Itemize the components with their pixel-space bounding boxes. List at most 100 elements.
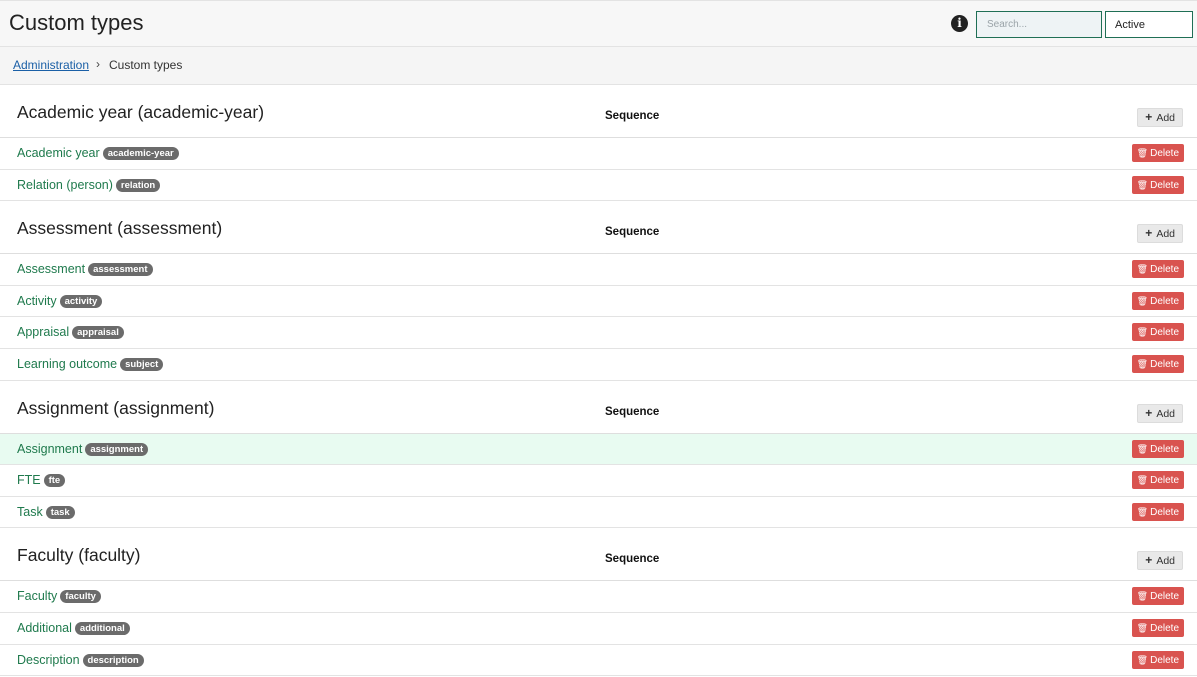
section-header: Academic year (academic-year) Sequence + Ad…: [0, 85, 1197, 138]
trash-icon: 🗑︎: [1136, 622, 1149, 633]
type-link[interactable]: Assessment assessment: [17, 262, 153, 277]
type-link[interactable]: Learning outcome subject: [17, 356, 164, 372]
type-name: Task: [17, 504, 43, 519]
type-key-badge: relation: [115, 178, 161, 192]
type-key-badge: activity: [59, 294, 103, 308]
breadcrumb-current: Custom types: [109, 58, 183, 72]
delete-button-label: Delete: [1150, 179, 1179, 191]
trash-icon: 🗑︎: [1136, 591, 1149, 602]
section-header: Assignment (assignment) Sequence + Add: [0, 381, 1197, 434]
type-key-badge: additional: [74, 621, 130, 635]
status-select[interactable]: Active: [1105, 11, 1193, 38]
add-button[interactable]: + Add: [1137, 108, 1183, 127]
trash-icon: 🗑︎: [1136, 506, 1149, 517]
list-item: Academic year academic-year 🗑︎ Delete: [0, 138, 1197, 170]
delete-button-label: Delete: [1150, 327, 1179, 339]
add-button[interactable]: + Add: [1137, 551, 1183, 571]
delete-button-label: Delete: [1150, 654, 1179, 666]
sequence-column-header[interactable]: Sequence: [605, 226, 659, 238]
trash-icon: 🗑︎: [1136, 443, 1149, 454]
type-link[interactable]: Activity activity: [17, 293, 103, 309]
type-name: Faculty: [17, 589, 58, 604]
type-name: Assignment: [17, 441, 83, 456]
delete-button[interactable]: 🗑︎ Delete: [1131, 502, 1184, 521]
page-title: Custom types: [9, 10, 144, 35]
section-title: Faculty (faculty): [17, 545, 141, 566]
type-link[interactable]: FTE fte: [17, 473, 66, 488]
trash-icon: 🗑︎: [1136, 148, 1149, 158]
add-button-label: Add: [1156, 112, 1175, 124]
type-link[interactable]: Assignment assignment: [17, 441, 149, 457]
delete-button-label: Delete: [1150, 264, 1179, 276]
delete-button[interactable]: 🗑︎ Delete: [1131, 439, 1184, 458]
list-item: Additional additional 🗑︎ Delete: [0, 613, 1197, 645]
type-link[interactable]: Academic year academic-year: [17, 146, 179, 161]
type-link[interactable]: Appraisal appraisal: [17, 325, 124, 340]
delete-button[interactable]: 🗑︎ Delete: [1131, 471, 1184, 490]
section-header: Assessment (assessment) Sequence + Add: [0, 201, 1197, 255]
delete-button[interactable]: 🗑︎ Delete: [1131, 618, 1184, 637]
type-key-badge: assessment: [88, 263, 153, 277]
delete-button-label: Delete: [1150, 475, 1179, 487]
delete-button-label: Delete: [1150, 148, 1179, 159]
type-link[interactable]: Task task: [17, 505, 75, 520]
type-name: Academic year: [17, 146, 100, 160]
section-title: Academic year (academic-year): [17, 102, 265, 122]
delete-button[interactable]: 🗑︎ Delete: [1131, 260, 1184, 279]
trash-icon: 🗑︎: [1136, 179, 1149, 190]
list-item: Faculty faculty 🗑︎ Delete: [0, 581, 1197, 613]
type-link[interactable]: Relation (person) relation: [17, 178, 161, 193]
type-name: Additional: [17, 620, 72, 635]
trash-icon: 🗑︎: [1136, 264, 1149, 275]
delete-button[interactable]: 🗑︎ Delete: [1131, 587, 1184, 606]
search-input[interactable]: [976, 11, 1102, 38]
delete-button[interactable]: 🗑︎ Delete: [1131, 175, 1184, 194]
delete-button[interactable]: 🗑︎ Delete: [1131, 291, 1184, 310]
type-link[interactable]: Additional additional: [17, 621, 130, 636]
delete-button[interactable]: 🗑︎ Delete: [1131, 323, 1184, 342]
plus-icon: +: [1145, 226, 1153, 241]
type-name: Activity: [17, 293, 57, 308]
trash-icon: 🗑︎: [1136, 327, 1149, 338]
type-link[interactable]: Faculty faculty: [17, 589, 101, 604]
type-name: FTE: [17, 473, 41, 488]
add-button[interactable]: + Add: [1137, 224, 1183, 244]
trash-icon: 🗑︎: [1136, 475, 1149, 486]
top-bar: Custom types i Active: [0, 0, 1197, 47]
add-button[interactable]: + Add: [1137, 403, 1183, 423]
add-button-label: Add: [1156, 228, 1175, 241]
list-item: Task task 🗑︎ Delete: [0, 497, 1197, 529]
section-title: Assessment (assessment): [17, 218, 223, 239]
plus-icon: +: [1145, 553, 1153, 568]
type-name: Assessment: [17, 262, 86, 277]
type-key-badge: description: [82, 653, 144, 667]
type-key-badge: fte: [43, 474, 66, 488]
type-name: Appraisal: [17, 325, 70, 340]
trash-icon: 🗑︎: [1136, 295, 1149, 306]
add-button-label: Add: [1156, 555, 1175, 568]
delete-button[interactable]: 🗑︎ Delete: [1131, 144, 1184, 162]
section-title: Assignment (assignment): [17, 397, 215, 418]
sequence-column-header[interactable]: Sequence: [605, 110, 659, 122]
delete-button[interactable]: 🗑︎ Delete: [1131, 354, 1184, 373]
breadcrumb-link-administration[interactable]: Administration: [13, 58, 89, 72]
trash-icon: 🗑︎: [1136, 358, 1149, 369]
chevron-right-icon: ›: [96, 57, 100, 71]
sequence-column-header[interactable]: Sequence: [605, 406, 659, 418]
delete-button-label: Delete: [1150, 591, 1179, 603]
type-key-badge: assignment: [85, 442, 149, 456]
type-name: Description: [17, 652, 80, 667]
type-link[interactable]: Description description: [17, 653, 144, 668]
delete-button-label: Delete: [1150, 506, 1179, 518]
sequence-column-header[interactable]: Sequence: [605, 553, 659, 565]
plus-icon: +: [1145, 110, 1153, 124]
delete-button[interactable]: 🗑︎ Delete: [1131, 650, 1184, 669]
delete-button-label: Delete: [1150, 295, 1179, 307]
list-item: Appraisal appraisal 🗑︎ Delete: [0, 317, 1197, 349]
type-key-badge: faculty: [60, 590, 101, 604]
info-icon[interactable]: i: [951, 15, 968, 32]
type-key-badge: task: [45, 505, 75, 519]
type-name: Learning outcome: [17, 356, 118, 371]
section-header: Faculty (faculty) Sequence + Add: [0, 528, 1197, 582]
type-key-badge: subject: [120, 357, 164, 371]
